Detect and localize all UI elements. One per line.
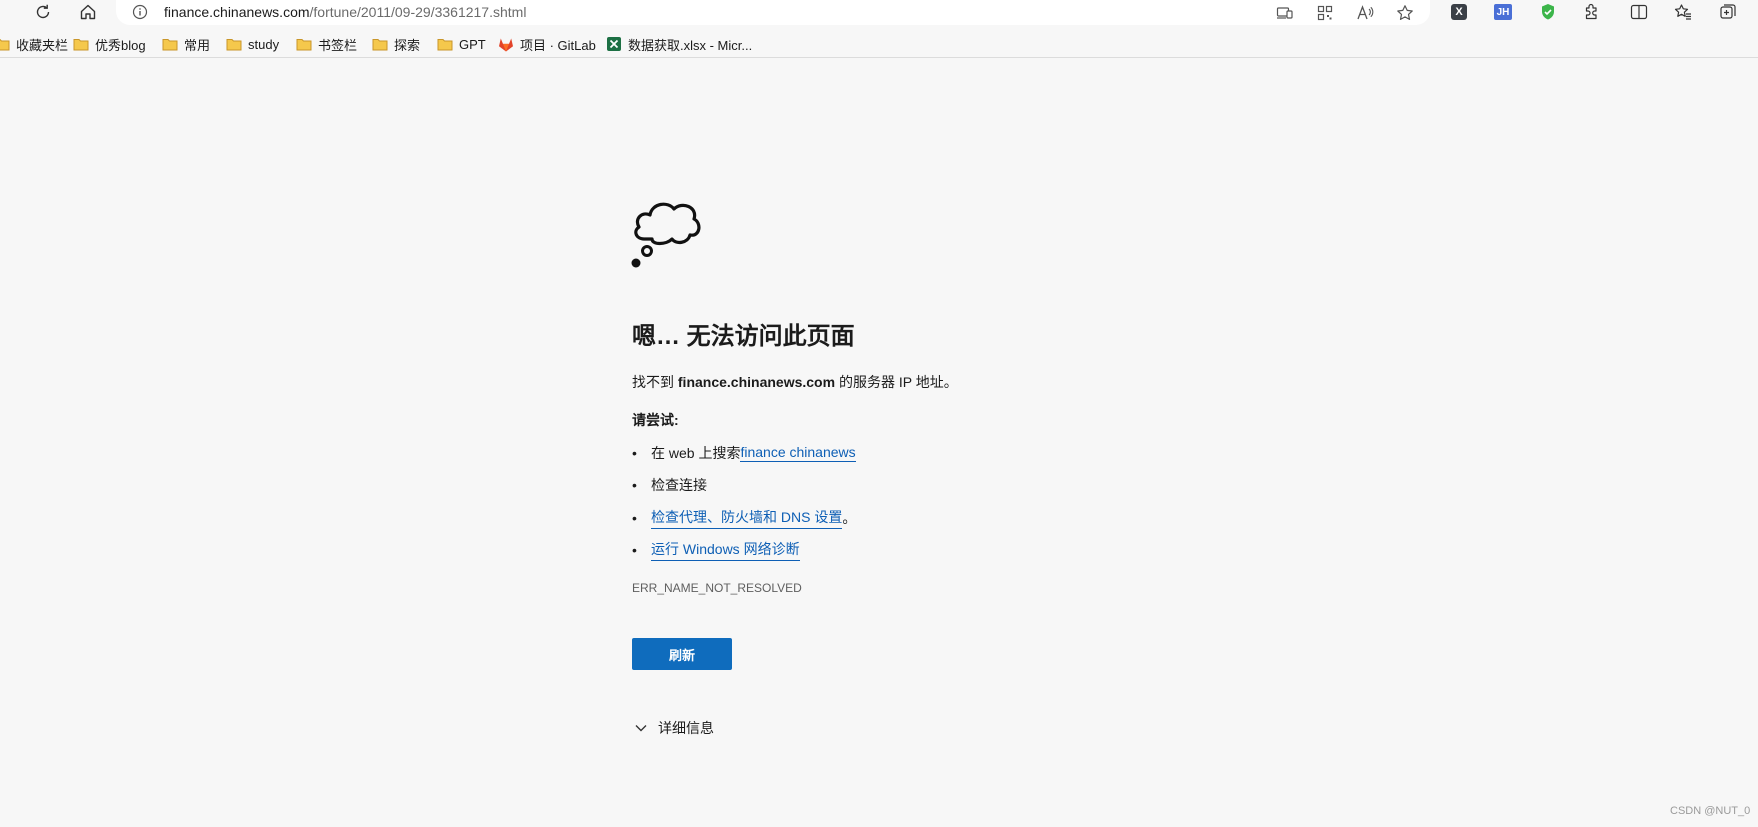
folder-icon — [226, 39, 242, 51]
bookmark-label: 优秀blog — [95, 37, 146, 53]
error-desc-suffix: 的服务器 IP 地址。 — [835, 374, 958, 390]
qr-code-icon[interactable] — [1314, 2, 1336, 24]
error-code: ERR_NAME_NOT_RESOLVED — [632, 581, 802, 595]
extension-jh-icon[interactable]: JH — [1488, 0, 1518, 24]
browser-toolbar: finance.chinanews.com/fortune/2011/09-29… — [0, 0, 1758, 26]
suggestion-proxy-suffix: 。 — [842, 510, 857, 526]
bookmark-label: 书签栏 — [318, 37, 358, 53]
bullet: • — [632, 542, 637, 558]
folder-icon — [162, 39, 178, 51]
refresh-icon[interactable] — [28, 0, 58, 24]
bookmark-label: study — [248, 36, 280, 52]
bookmark-gitlab[interactable]: 项目 · GitLab — [498, 33, 596, 55]
windows-network-diagnostics-link[interactable]: 运行 Windows 网络诊断 — [651, 539, 800, 561]
suggestion-check-connection-text: 检查连接 — [651, 477, 707, 493]
extensions-puzzle-icon[interactable] — [1577, 0, 1607, 24]
folder-icon — [437, 39, 453, 51]
bookmark-folder-blog[interactable]: 优秀blog — [73, 33, 146, 55]
suggestion-check-connection: • 检查连接 — [632, 475, 707, 495]
suggestion-search-prefix: 在 web 上搜索 — [651, 445, 741, 461]
bookmark-excel-file[interactable]: 数据获取.xlsx - Micr... — [606, 33, 752, 55]
folder-icon — [0, 39, 10, 51]
check-proxy-firewall-dns-link[interactable]: 检查代理、防火墙和 DNS 设置 — [651, 507, 843, 529]
bookmark-label: 收藏夹栏 — [16, 37, 69, 53]
gitlab-icon — [499, 38, 513, 51]
favorites-icon[interactable] — [1668, 0, 1698, 24]
extension-jh-label: JH — [1494, 4, 1512, 20]
watermark: CSDN @NUT_0 — [1670, 805, 1751, 817]
bullet: • — [632, 510, 637, 526]
chevron-down-icon — [635, 725, 647, 732]
app-available-icon[interactable] — [1274, 2, 1296, 24]
bookmark-label: 项目 · GitLab — [520, 37, 596, 53]
bookmarks-bar: 收藏夹栏 优秀blog 常用 study 书签栏 探索 GPT 项目 · Git… — [0, 30, 1758, 58]
try-heading: 请尝试: — [632, 412, 679, 428]
folder-icon — [296, 39, 312, 51]
refresh-button[interactable]: 刷新 — [632, 638, 732, 670]
extension-x-icon[interactable]: X — [1444, 0, 1474, 24]
excel-icon — [607, 37, 621, 51]
extension-x-label: X — [1451, 4, 1467, 20]
bookmark-folder-common[interactable]: 常用 — [162, 33, 210, 55]
suggestion-proxy: • 检查代理、防火墙和 DNS 设置 。 — [632, 507, 856, 529]
error-title: 嗯… 无法访问此页面 — [632, 323, 855, 350]
search-web-link[interactable]: finance chinanews — [740, 444, 856, 462]
bullet: • — [632, 445, 637, 461]
error-desc-host: finance.chinanews.com — [677, 374, 836, 390]
suggestion-search: • 在 web 上搜索 finance chinanews — [632, 443, 856, 463]
bookmark-label: 数据获取.xlsx - Micr... — [628, 37, 753, 53]
home-icon[interactable] — [73, 0, 103, 24]
bookmark-folder-study[interactable]: study — [226, 33, 279, 55]
thought-cloud-icon — [630, 193, 706, 274]
bookmark-label: 探索 — [394, 37, 421, 53]
bookmark-label: 常用 — [184, 37, 211, 53]
error-description: 找不到 finance.chinanews.com 的服务器 IP 地址。 — [632, 372, 958, 392]
address-url[interactable]: finance.chinanews.com/fortune/2011/09-29… — [164, 4, 526, 20]
url-host: finance.chinanews.com — [164, 4, 310, 20]
bookmark-folder-gpt[interactable]: GPT — [437, 33, 486, 55]
bookmark-folder-explore[interactable]: 探索 — [372, 33, 420, 55]
address-bar[interactable]: finance.chinanews.com/fortune/2011/09-29… — [116, 0, 1430, 25]
bookmark-folder-bookmarks[interactable]: 书签栏 — [296, 33, 357, 55]
read-aloud-icon[interactable] — [1354, 2, 1376, 24]
site-info-icon[interactable] — [132, 4, 148, 25]
folder-icon — [73, 39, 89, 51]
collections-icon[interactable] — [1713, 0, 1743, 24]
folder-icon — [372, 39, 388, 51]
details-label: 详细信息 — [658, 720, 714, 736]
split-screen-icon[interactable] — [1624, 0, 1654, 24]
error-desc-prefix: 找不到 — [632, 374, 678, 390]
details-toggle[interactable]: 详细信息 — [634, 718, 714, 738]
favorite-star-icon[interactable] — [1394, 2, 1416, 24]
shield-icon[interactable] — [1533, 0, 1563, 24]
bookmark-label: GPT — [459, 36, 486, 52]
url-path: /fortune/2011/09-29/3361217.shtml — [309, 4, 527, 20]
bookmark-folder-favorites-bar[interactable]: 收藏夹栏 — [0, 33, 68, 55]
bullet: • — [632, 477, 637, 493]
suggestion-diagnostics: • 运行 Windows 网络诊断 — [632, 539, 800, 561]
